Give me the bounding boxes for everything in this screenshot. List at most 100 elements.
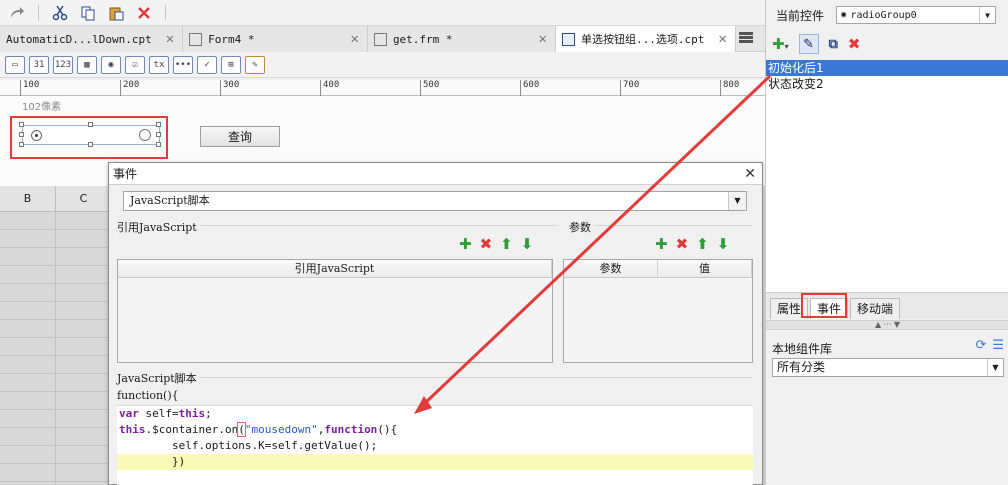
current-widget-select[interactable]: ◉ radioGroup0 ▼: [836, 6, 997, 24]
tab-get-frm[interactable]: get.frm * ✕: [367, 26, 556, 52]
text-area-widget-icon[interactable]: tx: [149, 55, 169, 74]
close-icon[interactable]: ✕: [539, 31, 547, 47]
ruler-label: 100: [20, 80, 39, 96]
tab-label: 单选按钮组...选项.cpt: [580, 33, 705, 46]
form-file-icon: [373, 32, 387, 46]
delete-icon[interactable]: [133, 2, 155, 24]
chevron-down-icon[interactable]: ▼: [987, 359, 1003, 376]
delete-icon[interactable]: ✖: [480, 235, 493, 253]
file-tabs: AutomaticD...lDown.cpt ✕ Form4 * ✕ get.f…: [0, 26, 765, 52]
resize-handle[interactable]: [156, 132, 161, 137]
close-icon[interactable]: ✕: [718, 31, 726, 47]
column-header: 引用JavaScript: [118, 260, 552, 277]
delete-icon[interactable]: ✖: [848, 35, 861, 53]
resize-handle[interactable]: [156, 142, 161, 147]
close-icon[interactable]: ✕: [744, 166, 756, 182]
code-line: var self=this;: [117, 406, 753, 422]
code-token: var: [119, 407, 139, 420]
event-type-select[interactable]: JavaScript脚本 ▼: [123, 191, 747, 211]
resize-handle[interactable]: [156, 122, 161, 127]
checkbox-widget-icon[interactable]: ✓: [197, 55, 217, 74]
code-token: this: [119, 423, 146, 436]
code-editor[interactable]: var self=this; this.$container.on("mouse…: [117, 405, 753, 485]
tab-radio-group-cpt[interactable]: 单选按钮组...选项.cpt ✕: [555, 26, 736, 52]
tree-widget-icon[interactable]: ⊞: [221, 55, 241, 74]
more-widgets-icon[interactable]: ✎: [245, 55, 265, 74]
ruler-label: 500: [420, 80, 439, 96]
radio-option-selected[interactable]: [31, 130, 42, 141]
library-category-select[interactable]: 所有分类 ▼: [772, 358, 1004, 377]
move-up-icon[interactable]: ⬆: [500, 235, 513, 253]
library-actions: ⟳ ☰: [975, 338, 1004, 353]
number-widget-icon[interactable]: 123: [53, 55, 73, 74]
ruler-label: 700: [620, 80, 639, 96]
copy-icon[interactable]: [77, 2, 99, 24]
menu-icon[interactable]: ☰: [992, 338, 1004, 353]
column-header[interactable]: B: [0, 186, 56, 211]
form-file-icon: [189, 32, 203, 46]
highlight-frame: [801, 293, 847, 318]
tab-form4[interactable]: Form4 * ✕: [183, 26, 368, 52]
password-widget-icon[interactable]: •••: [173, 55, 193, 74]
column-header: 参数: [564, 260, 658, 277]
checkbox-group-widget-icon[interactable]: ☑: [125, 55, 145, 74]
resize-handle[interactable]: [19, 132, 24, 137]
toolbar-separator: [165, 4, 166, 21]
report-file-icon: [561, 32, 575, 46]
library-category-value: 所有分类: [777, 360, 826, 374]
chevron-down-icon[interactable]: ▼: [728, 192, 746, 210]
tab-list-icon[interactable]: [739, 32, 753, 44]
code-line: }): [117, 454, 753, 470]
move-down-icon[interactable]: ⬇: [521, 235, 534, 253]
cut-icon[interactable]: [49, 2, 71, 24]
resize-handle[interactable]: [88, 122, 93, 127]
edit-icon[interactable]: ✎: [798, 34, 819, 54]
params-table[interactable]: 参数 值: [563, 259, 753, 363]
radio-group-widget-icon[interactable]: ◉: [101, 55, 121, 74]
resize-handle[interactable]: [19, 122, 24, 127]
radio-option[interactable]: [139, 129, 151, 141]
close-icon[interactable]: ✕: [351, 31, 359, 47]
tab-label: AutomaticD...lDown.cpt: [6, 32, 152, 46]
library-title: 本地组件库: [772, 342, 833, 356]
copy-icon[interactable]: ⧉: [829, 37, 838, 52]
tab-mobile[interactable]: 移动端: [850, 298, 901, 319]
delete-icon[interactable]: ✖: [676, 235, 689, 253]
chevron-down-icon[interactable]: ▼: [979, 7, 995, 23]
event-toolbar: ✚▾ ✎ ⧉ ✖: [766, 30, 1008, 58]
pane-splitter[interactable]: ▲ ··· ▼: [766, 320, 1008, 330]
redo-icon[interactable]: [6, 2, 28, 24]
list-item[interactable]: 状态改变2: [766, 76, 1008, 92]
code-token: ;: [205, 407, 212, 420]
list-item[interactable]: 初始化后1: [766, 60, 1008, 76]
move-up-icon[interactable]: ⬆: [696, 235, 709, 253]
tab-automatic-dropdown[interactable]: AutomaticD...lDown.cpt ✕: [0, 26, 184, 52]
params-group-label: 参数: [567, 219, 595, 235]
move-down-icon[interactable]: ⬇: [717, 235, 730, 253]
ref-js-actions: ✚ ✖ ⬆ ⬇: [459, 235, 533, 253]
table-widget-icon[interactable]: ▦: [77, 55, 97, 74]
query-button[interactable]: 查询: [200, 126, 280, 147]
tab-label: get.frm *: [392, 32, 453, 46]
code-token: (){: [377, 423, 398, 436]
date-widget-icon[interactable]: 31: [29, 55, 49, 74]
column-header: 值: [658, 260, 752, 277]
toolbar-separator: [38, 4, 39, 21]
dialog-titlebar: 事件 ✕: [109, 163, 762, 185]
designer-pane: AutomaticD...lDown.cpt ✕ Form4 * ✕ get.f…: [0, 0, 765, 485]
refresh-icon[interactable]: ⟳: [975, 338, 986, 353]
add-icon[interactable]: ✚: [655, 235, 668, 253]
close-icon[interactable]: ✕: [166, 31, 174, 47]
ref-js-table[interactable]: 引用JavaScript: [117, 259, 553, 363]
label-widget-icon[interactable]: ▭: [5, 55, 25, 74]
event-list[interactable]: 初始化后1 状态改变2: [766, 60, 1008, 292]
horizontal-ruler: 100 200 300 400 500 600 700 800: [0, 80, 765, 96]
paste-icon[interactable]: [105, 2, 127, 24]
column-header[interactable]: C: [56, 186, 112, 211]
add-icon[interactable]: ✚: [459, 235, 472, 253]
dialog-title: 事件: [113, 167, 138, 181]
resize-handle[interactable]: [19, 142, 24, 147]
add-event-icon[interactable]: ✚▾: [772, 35, 789, 53]
resize-handle[interactable]: [88, 142, 93, 147]
ruler-label: 600: [520, 80, 539, 96]
